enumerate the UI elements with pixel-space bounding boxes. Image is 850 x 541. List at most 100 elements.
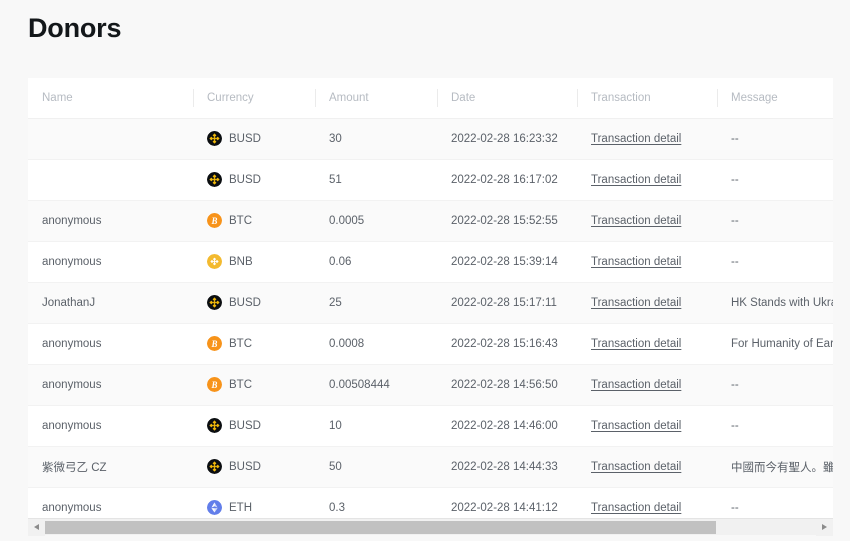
cell-date: 2022-02-28 14:41:12 bbox=[437, 487, 577, 518]
table-row[interactable]: JonathanJBUSD252022-02-28 15:17:11Transa… bbox=[28, 282, 833, 323]
table-body: BUSD302022-02-28 16:23:32Transaction det… bbox=[28, 118, 833, 518]
horizontal-scrollbar[interactable] bbox=[28, 518, 833, 535]
column-header-transaction[interactable]: Transaction bbox=[577, 78, 717, 118]
cell-donor-name: anonymous bbox=[28, 364, 193, 405]
transaction-detail-link[interactable]: Transaction detail bbox=[591, 133, 681, 145]
cell-message: 中國而今有聖人。雖非豪 bbox=[717, 446, 833, 487]
transaction-detail-link[interactable]: Transaction detail bbox=[591, 215, 681, 227]
donors-page: Donors Name Currency Amount Date bbox=[0, 0, 850, 541]
cell-date: 2022-02-28 14:44:33 bbox=[437, 446, 577, 487]
table-header-row: Name Currency Amount Date Transaction Me… bbox=[28, 78, 833, 118]
cell-date: 2022-02-28 15:17:11 bbox=[437, 282, 577, 323]
scroll-left-button[interactable] bbox=[28, 519, 45, 536]
btc-icon: B bbox=[207, 336, 222, 351]
cell-transaction: Transaction detail bbox=[577, 487, 717, 518]
donors-table-card: Name Currency Amount Date Transaction Me… bbox=[28, 78, 833, 518]
scrollbar-track[interactable] bbox=[45, 521, 816, 534]
scrollbar-thumb[interactable] bbox=[45, 521, 716, 534]
cell-transaction: Transaction detail bbox=[577, 364, 717, 405]
cell-message: -- bbox=[717, 200, 833, 241]
table-row[interactable]: anonymous B BTC 0.00082022-02-28 15:16:43 Tr… bbox=[28, 323, 833, 364]
cell-amount: 51 bbox=[315, 159, 437, 200]
transaction-detail-link[interactable]: Transaction detail bbox=[591, 297, 681, 309]
cell-transaction: Transaction detail bbox=[577, 323, 717, 364]
column-header-message[interactable]: Message bbox=[717, 78, 833, 118]
btc-icon: B bbox=[207, 377, 222, 392]
table-header: Name Currency Amount Date Transaction Me… bbox=[28, 78, 833, 118]
cell-currency: B BTC bbox=[193, 323, 315, 364]
currency-label: BNB bbox=[229, 256, 253, 268]
currency-label: BTC bbox=[229, 338, 252, 350]
cell-transaction: Transaction detail bbox=[577, 282, 717, 323]
cell-transaction: Transaction detail bbox=[577, 200, 717, 241]
table-row[interactable]: anonymousBUSD102022-02-28 14:46:00Transa… bbox=[28, 405, 833, 446]
eth-icon bbox=[207, 500, 222, 515]
cell-amount: 0.06 bbox=[315, 241, 437, 282]
svg-text:B: B bbox=[211, 380, 218, 390]
svg-text:B: B bbox=[211, 216, 218, 226]
transaction-detail-link[interactable]: Transaction detail bbox=[591, 174, 681, 186]
cell-donor-name: anonymous bbox=[28, 405, 193, 446]
cell-date: 2022-02-28 14:56:50 bbox=[437, 364, 577, 405]
cell-date: 2022-02-28 15:16:43 bbox=[437, 323, 577, 364]
table-row[interactable]: anonymousETH0.32022-02-28 14:41:12Transa… bbox=[28, 487, 833, 518]
table-row[interactable]: 紫微弓乙 CZBUSD502022-02-28 14:44:33Transact… bbox=[28, 446, 833, 487]
cell-donor-name: anonymous bbox=[28, 323, 193, 364]
cell-donor-name: anonymous bbox=[28, 241, 193, 282]
cell-date: 2022-02-28 15:39:14 bbox=[437, 241, 577, 282]
cell-amount: 0.00508444 bbox=[315, 364, 437, 405]
currency-label: BTC bbox=[229, 379, 252, 391]
cell-amount: 25 bbox=[315, 282, 437, 323]
table-row[interactable]: anonymous BNB 0.062022-02-28 15:39:14 Trans… bbox=[28, 241, 833, 282]
transaction-detail-link[interactable]: Transaction detail bbox=[591, 338, 681, 350]
busd-icon bbox=[207, 172, 222, 187]
currency-label: BTC bbox=[229, 215, 252, 227]
transaction-detail-link[interactable]: Transaction detail bbox=[591, 256, 681, 268]
cell-currency: B BTC bbox=[193, 364, 315, 405]
page-title: Donors bbox=[28, 13, 121, 44]
cell-currency: BUSD bbox=[193, 446, 315, 487]
busd-icon bbox=[207, 459, 222, 474]
transaction-detail-link[interactable]: Transaction detail bbox=[591, 461, 681, 473]
cell-date: 2022-02-28 16:17:02 bbox=[437, 159, 577, 200]
column-header-date[interactable]: Date bbox=[437, 78, 577, 118]
scroll-right-button[interactable] bbox=[816, 519, 833, 536]
currency-label: ETH bbox=[229, 502, 252, 514]
column-header-currency[interactable]: Currency bbox=[193, 78, 315, 118]
cell-amount: 0.3 bbox=[315, 487, 437, 518]
svg-text:B: B bbox=[211, 339, 218, 349]
busd-icon bbox=[207, 295, 222, 310]
transaction-detail-link[interactable]: Transaction detail bbox=[591, 420, 681, 432]
cell-currency: B BTC bbox=[193, 200, 315, 241]
cell-donor-name bbox=[28, 118, 193, 159]
transaction-detail-link[interactable]: Transaction detail bbox=[591, 502, 681, 514]
column-header-amount[interactable]: Amount bbox=[315, 78, 437, 118]
cell-message: -- bbox=[717, 405, 833, 446]
cell-message: -- bbox=[717, 364, 833, 405]
column-header-name[interactable]: Name bbox=[28, 78, 193, 118]
cell-amount: 0.0008 bbox=[315, 323, 437, 364]
cell-donor-name bbox=[28, 159, 193, 200]
cell-transaction: Transaction detail bbox=[577, 118, 717, 159]
cell-currency: ETH bbox=[193, 487, 315, 518]
cell-donor-name: 紫微弓乙 CZ bbox=[28, 446, 193, 487]
cell-currency: BUSD bbox=[193, 159, 315, 200]
table-row[interactable]: anonymous B BTC 0.005084442022-02-28 14:56:… bbox=[28, 364, 833, 405]
table-row[interactable]: anonymousBBTC0.00052022-02-28 15:52:55Tr… bbox=[28, 200, 833, 241]
btc-icon: B bbox=[207, 213, 222, 228]
transaction-detail-link[interactable]: Transaction detail bbox=[591, 379, 681, 391]
table-row[interactable]: BUSD512022-02-28 16:17:02 Transaction det… bbox=[28, 159, 833, 200]
cell-message: -- bbox=[717, 241, 833, 282]
cell-message: HK Stands with Ukraine bbox=[717, 282, 833, 323]
currency-label: BUSD bbox=[229, 461, 261, 473]
cell-message: For Humanity of Earth (U bbox=[717, 323, 833, 364]
cell-transaction: Transaction detail bbox=[577, 446, 717, 487]
cell-currency: BUSD bbox=[193, 405, 315, 446]
cell-transaction: Transaction detail bbox=[577, 241, 717, 282]
table-row[interactable]: BUSD302022-02-28 16:23:32Transaction det… bbox=[28, 118, 833, 159]
table-scroll-viewport[interactable]: Name Currency Amount Date Transaction Me… bbox=[28, 78, 833, 518]
currency-label: BUSD bbox=[229, 297, 261, 309]
chevron-left-icon bbox=[34, 524, 39, 530]
cell-amount: 10 bbox=[315, 405, 437, 446]
chevron-right-icon bbox=[822, 524, 827, 530]
